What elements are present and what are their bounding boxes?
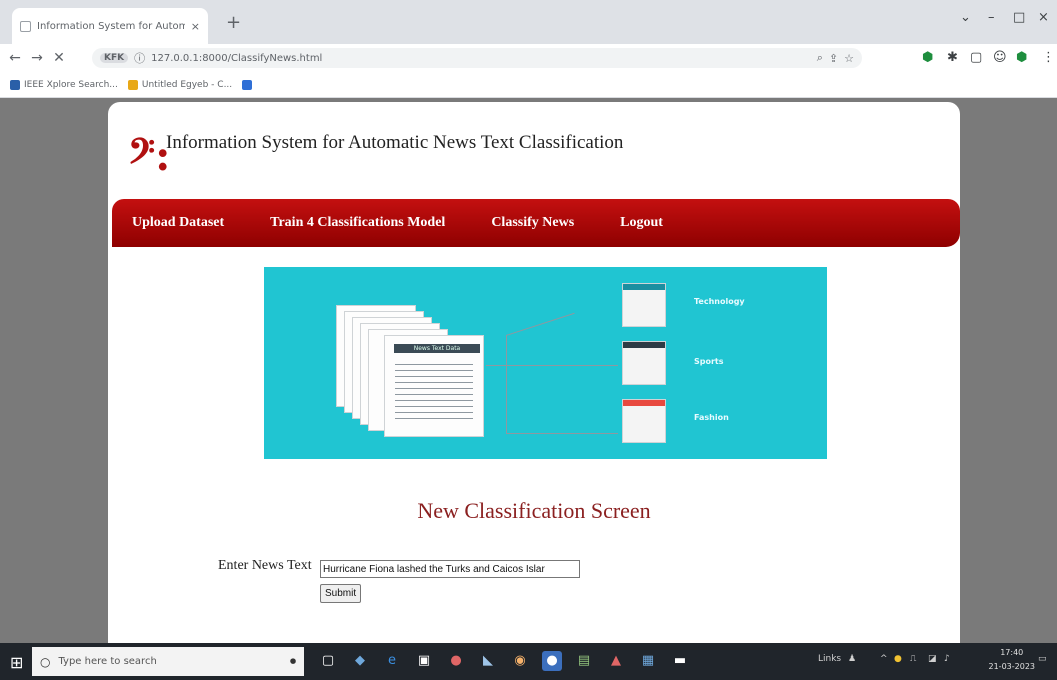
url-text[interactable]: 127.0.0.1:8000/ClassifyNews.html: [151, 53, 322, 64]
profile-chip[interactable]: KFK: [100, 53, 129, 63]
menu-logout[interactable]: Logout: [620, 215, 663, 231]
taskbar-search-box[interactable]: ○ Type here to search ⏺: [32, 647, 304, 676]
maximize-button[interactable]: □: [1013, 10, 1025, 25]
windows-start-icon[interactable]: ⊞: [10, 653, 23, 672]
tray-app-icon[interactable]: ●: [894, 654, 902, 664]
bookmark-ieee[interactable]: IEEE Xplore Search...: [10, 79, 118, 90]
main-menu: Upload Dataset Train 4 Classifications M…: [112, 199, 960, 247]
site-title: Information System for Automatic News Te…: [166, 132, 624, 153]
battery-icon[interactable]: ◪: [928, 654, 937, 664]
section-title: New Classification Screen: [417, 498, 651, 523]
news-text-label: Enter News Text: [218, 558, 312, 573]
category-technology: Technology: [694, 297, 745, 306]
zoom-icon[interactable]: ⌕: [817, 51, 823, 65]
active-app-icon[interactable]: ●: [542, 651, 562, 671]
bookmark-favicon-icon: [242, 79, 253, 90]
clock-date: 21-03-2023: [988, 662, 1036, 671]
volume-icon[interactable]: ♪: [944, 654, 950, 664]
explorer-icon[interactable]: ▤: [574, 651, 594, 671]
connector-line: [506, 433, 618, 434]
paint-app-icon[interactable]: ◣: [478, 651, 498, 671]
close-window-button[interactable]: ×: [1038, 10, 1049, 25]
technology-cube-icon: [622, 283, 666, 327]
new-tab-button[interactable]: +: [226, 14, 241, 32]
bookmark-label: IEEE Xplore Search...: [24, 79, 118, 90]
connector-line: [506, 335, 507, 433]
terminal-app-icon[interactable]: ▬: [670, 651, 690, 671]
microphone-icon[interactable]: ⏺: [290, 654, 304, 669]
network-icon[interactable]: ⎍: [910, 654, 916, 664]
page-container: 𝄢: Information System for Automatic News…: [108, 102, 960, 643]
ieee-icon: [10, 79, 20, 90]
menu-train-models[interactable]: Train 4 Classifications Model: [270, 215, 445, 231]
sidebar-icon[interactable]: ▢: [970, 50, 982, 66]
submit-button[interactable]: Submit: [320, 584, 362, 603]
store-icon[interactable]: ▣: [414, 651, 434, 671]
tray-chevron-icon[interactable]: ^: [880, 654, 888, 664]
bookmark-untitled[interactable]: Untitled Egyeb - C...: [127, 79, 233, 90]
category-sports: Sports: [694, 357, 724, 366]
tool-app-icon[interactable]: ◆: [350, 651, 370, 671]
site-logo-icon: 𝄢:: [128, 131, 171, 180]
menu-upload-dataset[interactable]: Upload Dataset: [132, 215, 224, 231]
doc-label: News Text Data: [394, 344, 480, 353]
forward-button[interactable]: →: [26, 50, 48, 66]
close-tab-icon[interactable]: ×: [191, 20, 200, 33]
tab-strip: Information System for Automat × + ⌄ – □…: [0, 0, 1057, 44]
tray-links[interactable]: Links: [818, 654, 841, 664]
vpn-extension-icon[interactable]: ⬢: [1016, 50, 1027, 66]
back-button[interactable]: ←: [4, 50, 26, 66]
connector-line: [486, 365, 506, 366]
notification-icon[interactable]: ▭: [1038, 654, 1047, 664]
share-icon[interactable]: ⇪: [829, 52, 838, 65]
clock-time: 17:40: [1000, 648, 1024, 657]
word-app-icon[interactable]: ▦: [638, 651, 658, 671]
category-fashion: Fashion: [694, 413, 729, 422]
minimize-button[interactable]: –: [988, 10, 995, 25]
news-text-input[interactable]: [320, 560, 580, 578]
browser-tab[interactable]: Information System for Automat ×: [12, 8, 208, 44]
folder-icon: [127, 79, 138, 90]
bookmark-blue[interactable]: [242, 79, 253, 90]
address-bar[interactable]: KFK ⓘ 127.0.0.1:8000/ClassifyNews.html ⌕…: [92, 48, 862, 68]
browser-toolbar: ← → ✕ KFK ⓘ 127.0.0.1:8000/ClassifyNews.…: [0, 44, 1057, 72]
chrome-browser-icon[interactable]: ◉: [510, 651, 530, 671]
bookmark-label: Untitled Egyeb - C...: [141, 79, 233, 90]
people-icon[interactable]: ♟: [848, 654, 856, 664]
site-info-icon[interactable]: ⓘ: [134, 50, 145, 66]
connector-line: [506, 365, 618, 366]
bookmark-star-icon[interactable]: ☆: [844, 52, 854, 65]
tab-title: Information System for Automat: [37, 20, 185, 32]
menu-classify-news[interactable]: Classify News: [491, 215, 574, 231]
classification-banner: News Text Data Technology Sports Fashion: [264, 267, 827, 459]
shield-extension-icon[interactable]: ⬢: [922, 50, 933, 66]
stop-button[interactable]: ✕: [48, 50, 70, 66]
taskbar-clock[interactable]: 17:40 21-03-2023: [989, 646, 1036, 674]
page-favicon-icon: [20, 20, 31, 32]
fashion-cube-icon: [622, 399, 666, 443]
windows-taskbar: ⊞ ○ Type here to search ⏺ ▢ ◆ e ▣ ● ◣ ◉ …: [0, 643, 1057, 680]
edge-browser-icon[interactable]: e: [382, 651, 402, 671]
tab-search-icon[interactable]: ⌄: [960, 10, 971, 25]
sports-cube-icon: [622, 341, 666, 385]
search-icon: ○: [40, 654, 51, 669]
bookmarks-bar: IEEE Xplore Search... Untitled Egyeb - C…: [0, 72, 1057, 98]
task-view-icon[interactable]: ▢: [318, 651, 338, 671]
browser-menu-icon[interactable]: ⋮: [1042, 50, 1055, 66]
app-icon-red[interactable]: ▲: [606, 651, 626, 671]
page-viewport: 𝄢: Information System for Automatic News…: [0, 98, 1057, 643]
connector-line: [505, 312, 575, 336]
taskbar-search-placeholder: Type here to search: [58, 656, 157, 667]
puzzle-extension-icon[interactable]: ✱: [947, 50, 958, 66]
profile-icon[interactable]: ☺: [993, 50, 1007, 66]
media-app-icon[interactable]: ●: [446, 651, 466, 671]
